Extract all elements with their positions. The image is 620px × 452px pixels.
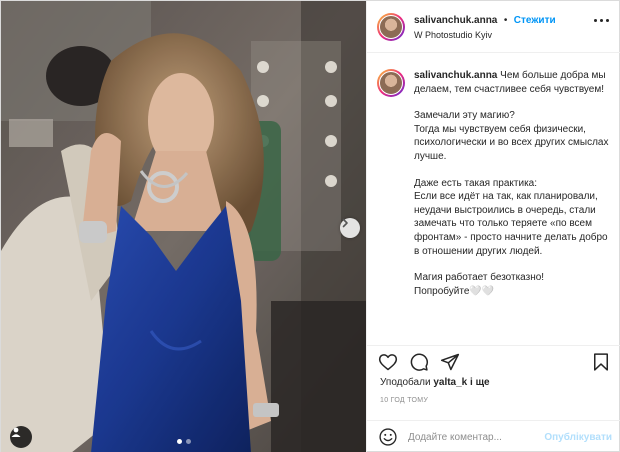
- caption-line: Если все идёт на так, как планировали, н…: [414, 191, 608, 257]
- emoji-icon: [379, 428, 397, 446]
- post-photo[interactable]: [1, 1, 366, 452]
- publish-button[interactable]: Опублікувати: [544, 432, 612, 443]
- comment-form: Опублікувати: [367, 420, 620, 452]
- avatar[interactable]: [377, 69, 405, 97]
- follow-button[interactable]: Стежити: [514, 15, 556, 26]
- carousel-indicator: [177, 439, 191, 444]
- caption-username[interactable]: salivanchuk.anna: [414, 70, 497, 81]
- tagged-users-button[interactable]: [10, 426, 32, 448]
- comment-button[interactable]: [408, 351, 430, 373]
- save-button[interactable]: [590, 351, 612, 373]
- caption-area: salivanchuk.anna Чем больше добра мы дел…: [367, 53, 620, 343]
- post-timestamp[interactable]: 10 ГОД ТОМУ: [380, 397, 428, 404]
- post-caption: salivanchuk.anna Чем больше добра мы дел…: [414, 69, 610, 343]
- more-options-icon[interactable]: [594, 19, 609, 22]
- like-button[interactable]: [377, 351, 399, 373]
- post-side-panel: salivanchuk.anna • Стежити W Photostudio…: [366, 1, 620, 452]
- heart-icon: [378, 353, 398, 370]
- likes-more-link[interactable]: і ще: [467, 377, 490, 388]
- caption-line: Магия работает безотказно!: [414, 272, 545, 284]
- photo-illustration: [1, 1, 366, 452]
- emoji-button[interactable]: [377, 426, 399, 448]
- share-button[interactable]: [439, 351, 461, 373]
- caption-line: Замечали эту магию?: [414, 110, 515, 122]
- separator-dot: •: [503, 14, 508, 26]
- carousel-dot-active: [177, 439, 182, 444]
- post-header: salivanchuk.anna • Стежити W Photostudio…: [367, 1, 620, 53]
- comment-icon: [410, 353, 429, 371]
- caption-line: Попробуйте🤍🤍: [414, 285, 495, 297]
- share-icon: [440, 353, 460, 370]
- author-username[interactable]: salivanchuk.anna: [414, 15, 497, 26]
- user-tag-icon: [11, 427, 21, 437]
- comment-input[interactable]: [408, 431, 532, 443]
- instagram-post: salivanchuk.anna • Стежити W Photostudio…: [0, 0, 620, 452]
- avatar[interactable]: [377, 12, 405, 41]
- carousel-dot: [186, 439, 191, 444]
- location-link[interactable]: W Photostudio Kyiv: [414, 28, 556, 43]
- likes-user-link[interactable]: yalta_k: [433, 377, 467, 388]
- likes-summary: Уподобали yalta_k і ще: [380, 377, 490, 388]
- chevron-right-icon: [342, 218, 348, 228]
- caption-line: Тогда мы чувствуем себя физически, психо…: [414, 123, 609, 162]
- bookmark-icon: [594, 352, 608, 371]
- caption-line: Даже есть такая практика:: [414, 177, 537, 189]
- next-photo-button[interactable]: [340, 218, 360, 238]
- post-actions: [367, 345, 620, 377]
